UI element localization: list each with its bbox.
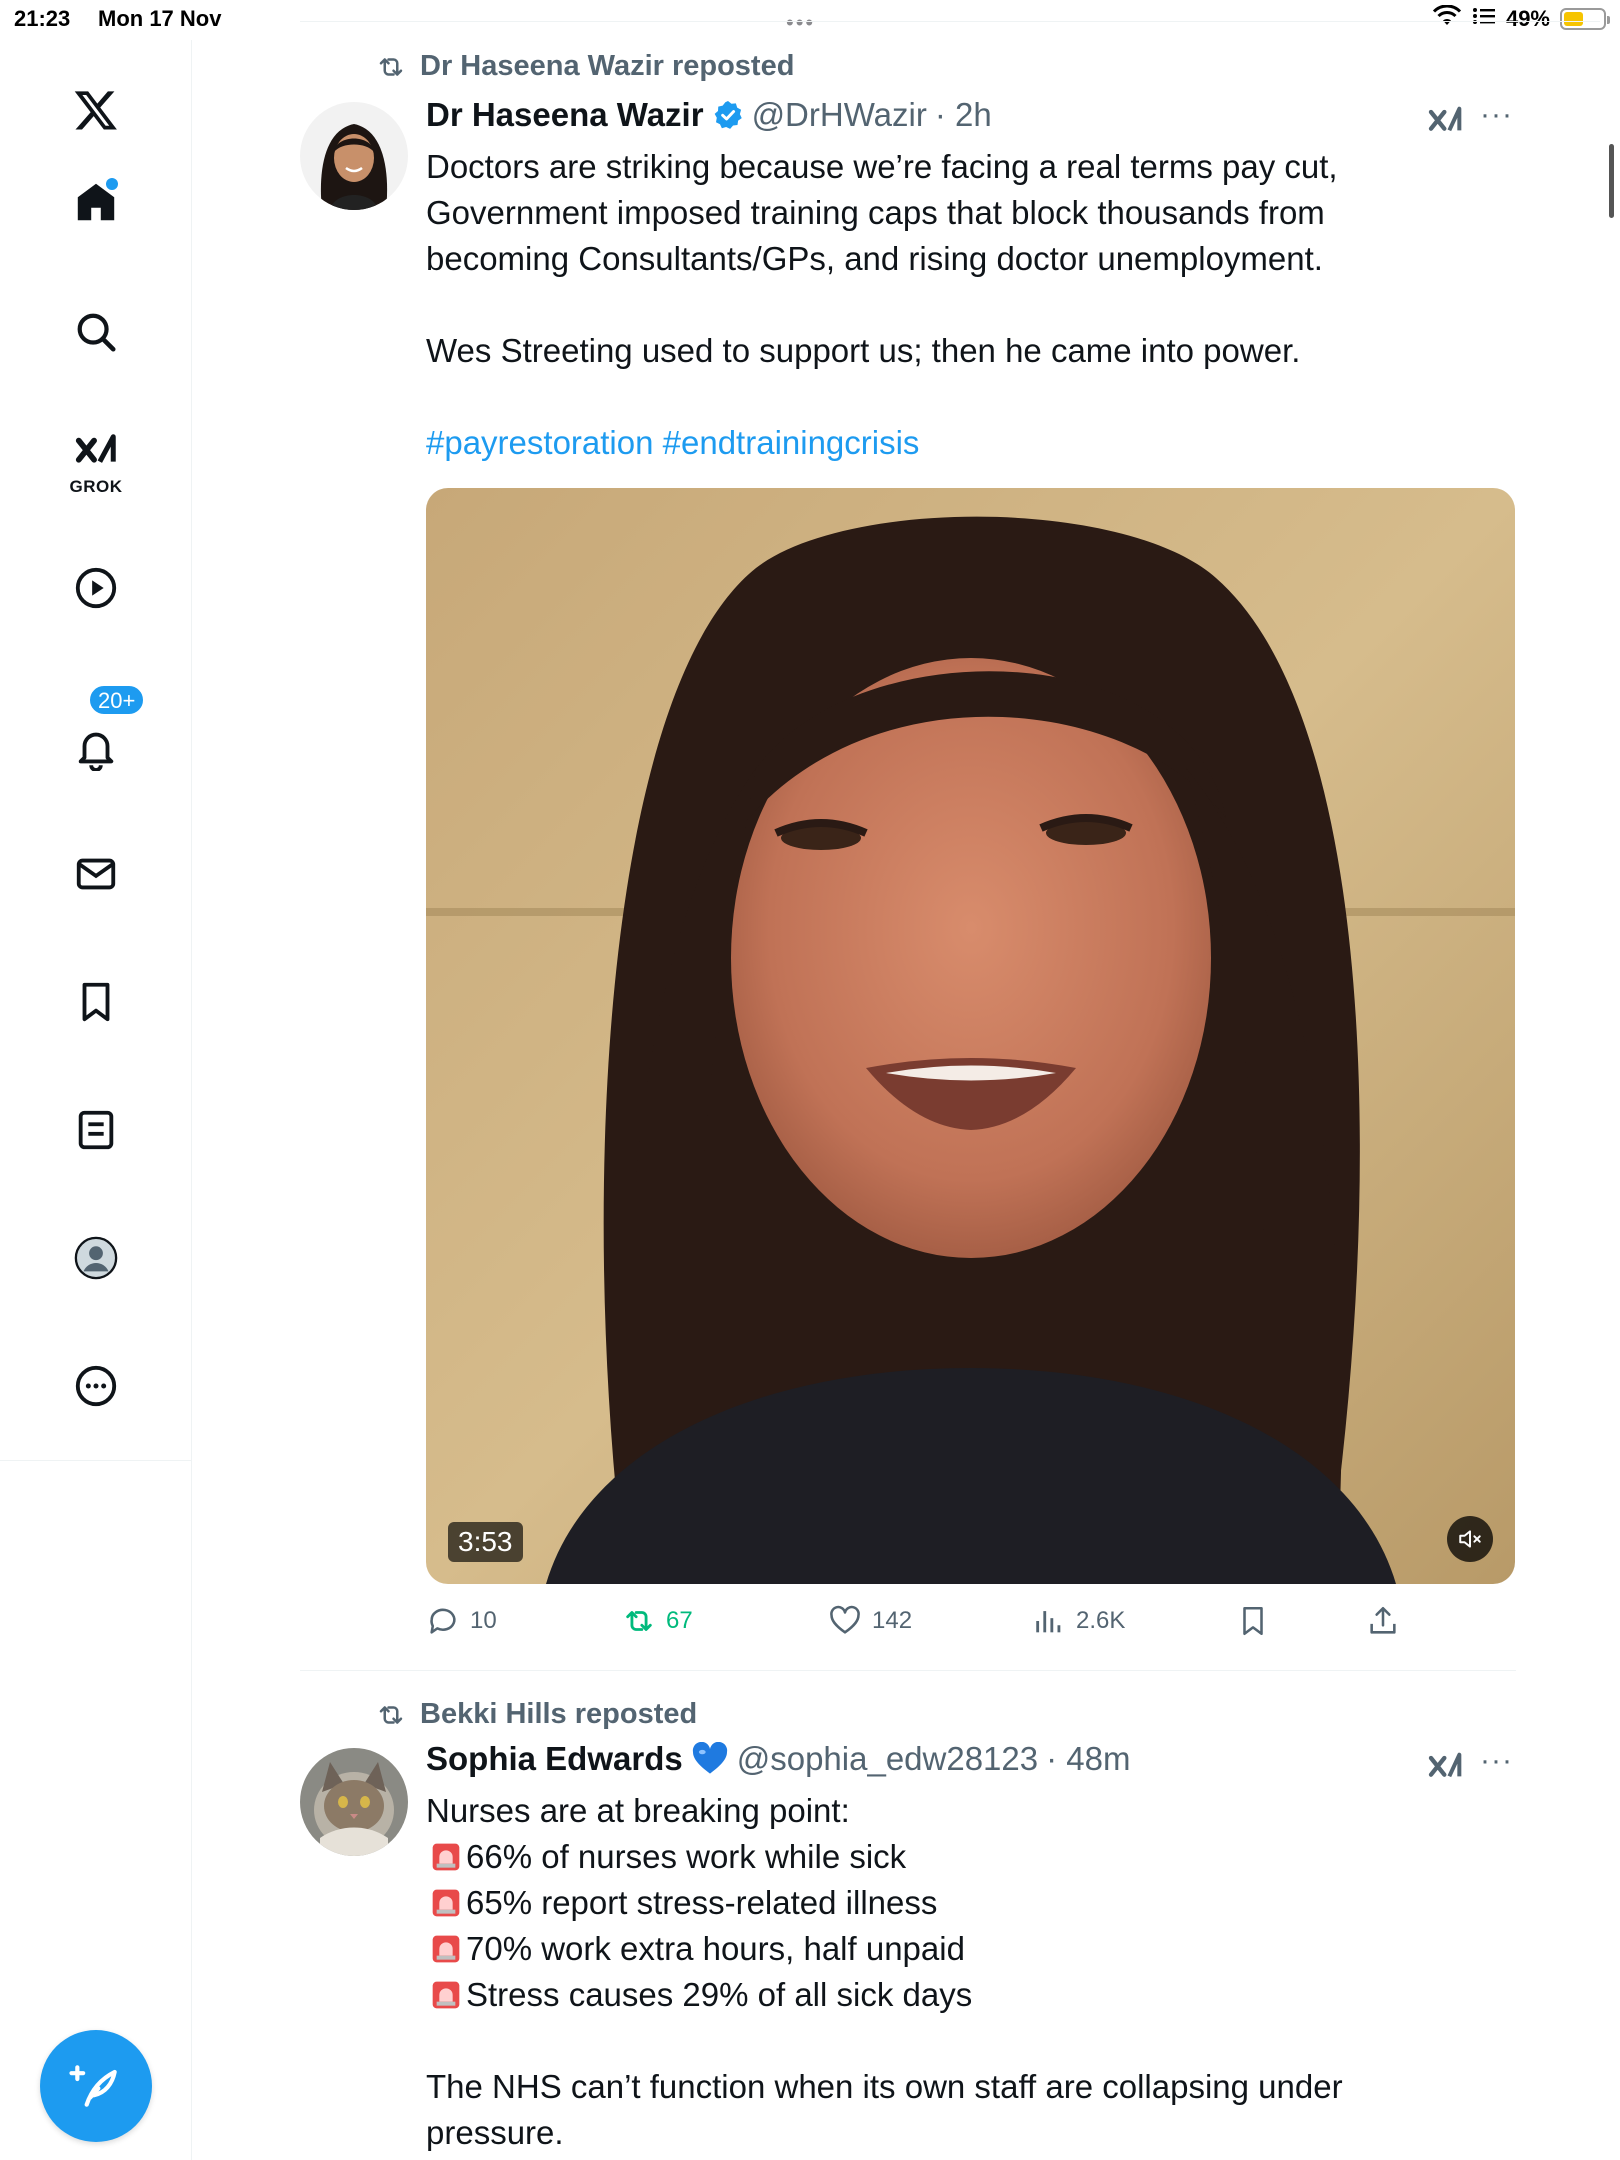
tweet-header: Dr Haseena Wazir @DrHWazir · 2h xyxy=(426,96,992,134)
list-item: 70% work extra hours, half unpaid xyxy=(426,1926,1476,1972)
repost-label: Bekki Hills reposted xyxy=(420,1698,698,1730)
siren-icon xyxy=(432,1843,460,1871)
scrollbar[interactable] xyxy=(1609,144,1614,218)
feather-plus-icon xyxy=(69,2065,117,2107)
tweet-paragraph: Wes Streeting used to support us; then h… xyxy=(426,332,1301,369)
tweet-hashtags[interactable]: #payrestoration #endtrainingcrisis xyxy=(426,420,1476,466)
repost-button[interactable]: 67 xyxy=(622,1604,693,1638)
list-item: 66% of nurses work while sick xyxy=(426,1834,1476,1880)
tweet-time[interactable]: · 2h xyxy=(935,96,992,134)
grok-icon[interactable] xyxy=(66,424,126,484)
tweet-card[interactable]: Bekki Hills reposted Sophia Edwards @sop… xyxy=(300,1688,1516,2160)
x-logo-icon[interactable] xyxy=(66,80,126,140)
list-item: Stress causes 29% of all sick days xyxy=(426,1972,1476,2018)
author-handle[interactable]: @sophia_edw28123 xyxy=(737,1740,1038,1778)
grok-label: GROK xyxy=(69,477,123,496)
siren-icon xyxy=(432,1935,460,1963)
reply-button[interactable]: 10 xyxy=(426,1604,497,1638)
siren-icon xyxy=(432,1981,460,2009)
reply-icon xyxy=(430,1608,456,1634)
search-icon[interactable] xyxy=(66,302,126,362)
profile-avatar-icon[interactable] xyxy=(66,1228,126,1288)
verified-badge-icon xyxy=(714,101,742,129)
status-right: 49% xyxy=(1432,4,1610,33)
video-duration: 3:53 xyxy=(448,1522,523,1562)
lists-icon[interactable] xyxy=(66,1100,126,1160)
grok-explain-icon[interactable] xyxy=(1426,1748,1466,1788)
repost-indicator: Dr Haseena Wazir reposted xyxy=(376,50,794,83)
tweet-paragraph xyxy=(426,374,1476,420)
author-name[interactable]: Dr Haseena Wazir xyxy=(426,96,704,134)
repost-icon xyxy=(379,1705,403,1724)
share-icon xyxy=(1370,1606,1396,1634)
author-handle[interactable]: @DrHWazir xyxy=(752,96,927,134)
wifi-icon xyxy=(1432,4,1462,33)
like-count: 142 xyxy=(872,1607,913,1634)
multitasking-dots[interactable]: ••• xyxy=(786,10,815,36)
repost-count: 67 xyxy=(666,1607,693,1634)
status-date: Mon 17 Nov xyxy=(98,6,222,31)
bookmarks-icon[interactable] xyxy=(66,972,126,1032)
home-icon[interactable] xyxy=(66,172,126,232)
tweet-paragraph: The NHS can’t function when its own staf… xyxy=(426,2068,1343,2151)
status-time: 21:23 xyxy=(14,6,71,31)
reply-count: 10 xyxy=(470,1607,497,1634)
battery-level xyxy=(1564,12,1583,26)
heart-icon xyxy=(830,1605,860,1634)
home-notification-dot xyxy=(106,178,118,190)
more-options-icon[interactable]: ··· xyxy=(1480,1744,1513,1778)
sidebar: GROK 20+ xyxy=(0,40,192,2160)
list-icon xyxy=(1472,6,1496,32)
battery-icon xyxy=(1560,8,1610,30)
video-icon[interactable] xyxy=(66,558,126,618)
repost-icon xyxy=(379,57,403,76)
bookmark-button[interactable] xyxy=(1236,1604,1270,1638)
tweet-paragraph: Nurses are at breaking point: xyxy=(426,1792,850,1829)
tweet-actions: 10 67 142 2.6K xyxy=(426,1604,1426,1654)
bookmark-icon xyxy=(1243,1606,1263,1636)
blue-heart-icon xyxy=(692,1742,727,1774)
author-name[interactable]: Sophia Edwards xyxy=(426,1740,683,1778)
more-options-icon[interactable]: ··· xyxy=(1480,98,1513,132)
views-count: 2.6K xyxy=(1076,1607,1126,1634)
like-button[interactable]: 142 xyxy=(828,1604,912,1638)
views-chart-icon xyxy=(1036,1611,1061,1633)
grok-explain-icon[interactable] xyxy=(1426,102,1466,142)
repost-label: Dr Haseena Wazir reposted xyxy=(420,50,795,82)
repost-indicator: Bekki Hills reposted xyxy=(376,1698,697,1731)
more-options-icon[interactable] xyxy=(66,1356,126,1416)
tweet-paragraph: Doctors are striking because we’re facin… xyxy=(426,148,1338,277)
battery-percent: 49% xyxy=(1505,6,1550,31)
repost-icon xyxy=(626,1611,652,1631)
messages-mail-icon[interactable] xyxy=(66,844,126,904)
status-bar: 21:23 Mon 17 Nov ••• 49% xyxy=(0,0,1620,40)
compose-post-button[interactable] xyxy=(40,2030,152,2142)
tweet-divider xyxy=(300,1670,1516,1671)
tweet-header: Sophia Edwards @sophia_edw28123 · 48m xyxy=(426,1740,1130,1778)
tweet-text: Nurses are at breaking point: 66% of nur… xyxy=(426,1788,1476,2156)
share-button[interactable] xyxy=(1366,1604,1400,1638)
video-player[interactable]: 3:53 xyxy=(426,488,1515,1584)
views-button[interactable]: 2.6K xyxy=(1032,1604,1125,1638)
top-divider xyxy=(300,21,1600,22)
notifications-bell-icon[interactable] xyxy=(66,718,126,778)
speaker-muted-icon xyxy=(1459,1530,1481,1548)
siren-icon xyxy=(432,1889,460,1917)
tweet-card[interactable]: Dr Haseena Wazir reposted Dr Haseena Waz… xyxy=(300,40,1516,1660)
author-avatar[interactable] xyxy=(300,102,408,210)
tweet-paragraph xyxy=(426,282,1476,328)
tweet-time[interactable]: · 48m xyxy=(1046,1740,1130,1778)
mute-toggle[interactable] xyxy=(1447,1516,1493,1562)
author-avatar[interactable] xyxy=(300,1748,408,1856)
tweet-text: Doctors are striking because we’re facin… xyxy=(426,144,1476,466)
video-frame xyxy=(426,488,1515,1584)
list-item: 65% report stress-related illness xyxy=(426,1880,1476,1926)
notifications-badge: 20+ xyxy=(88,684,146,716)
sidebar-divider xyxy=(0,1460,192,1461)
